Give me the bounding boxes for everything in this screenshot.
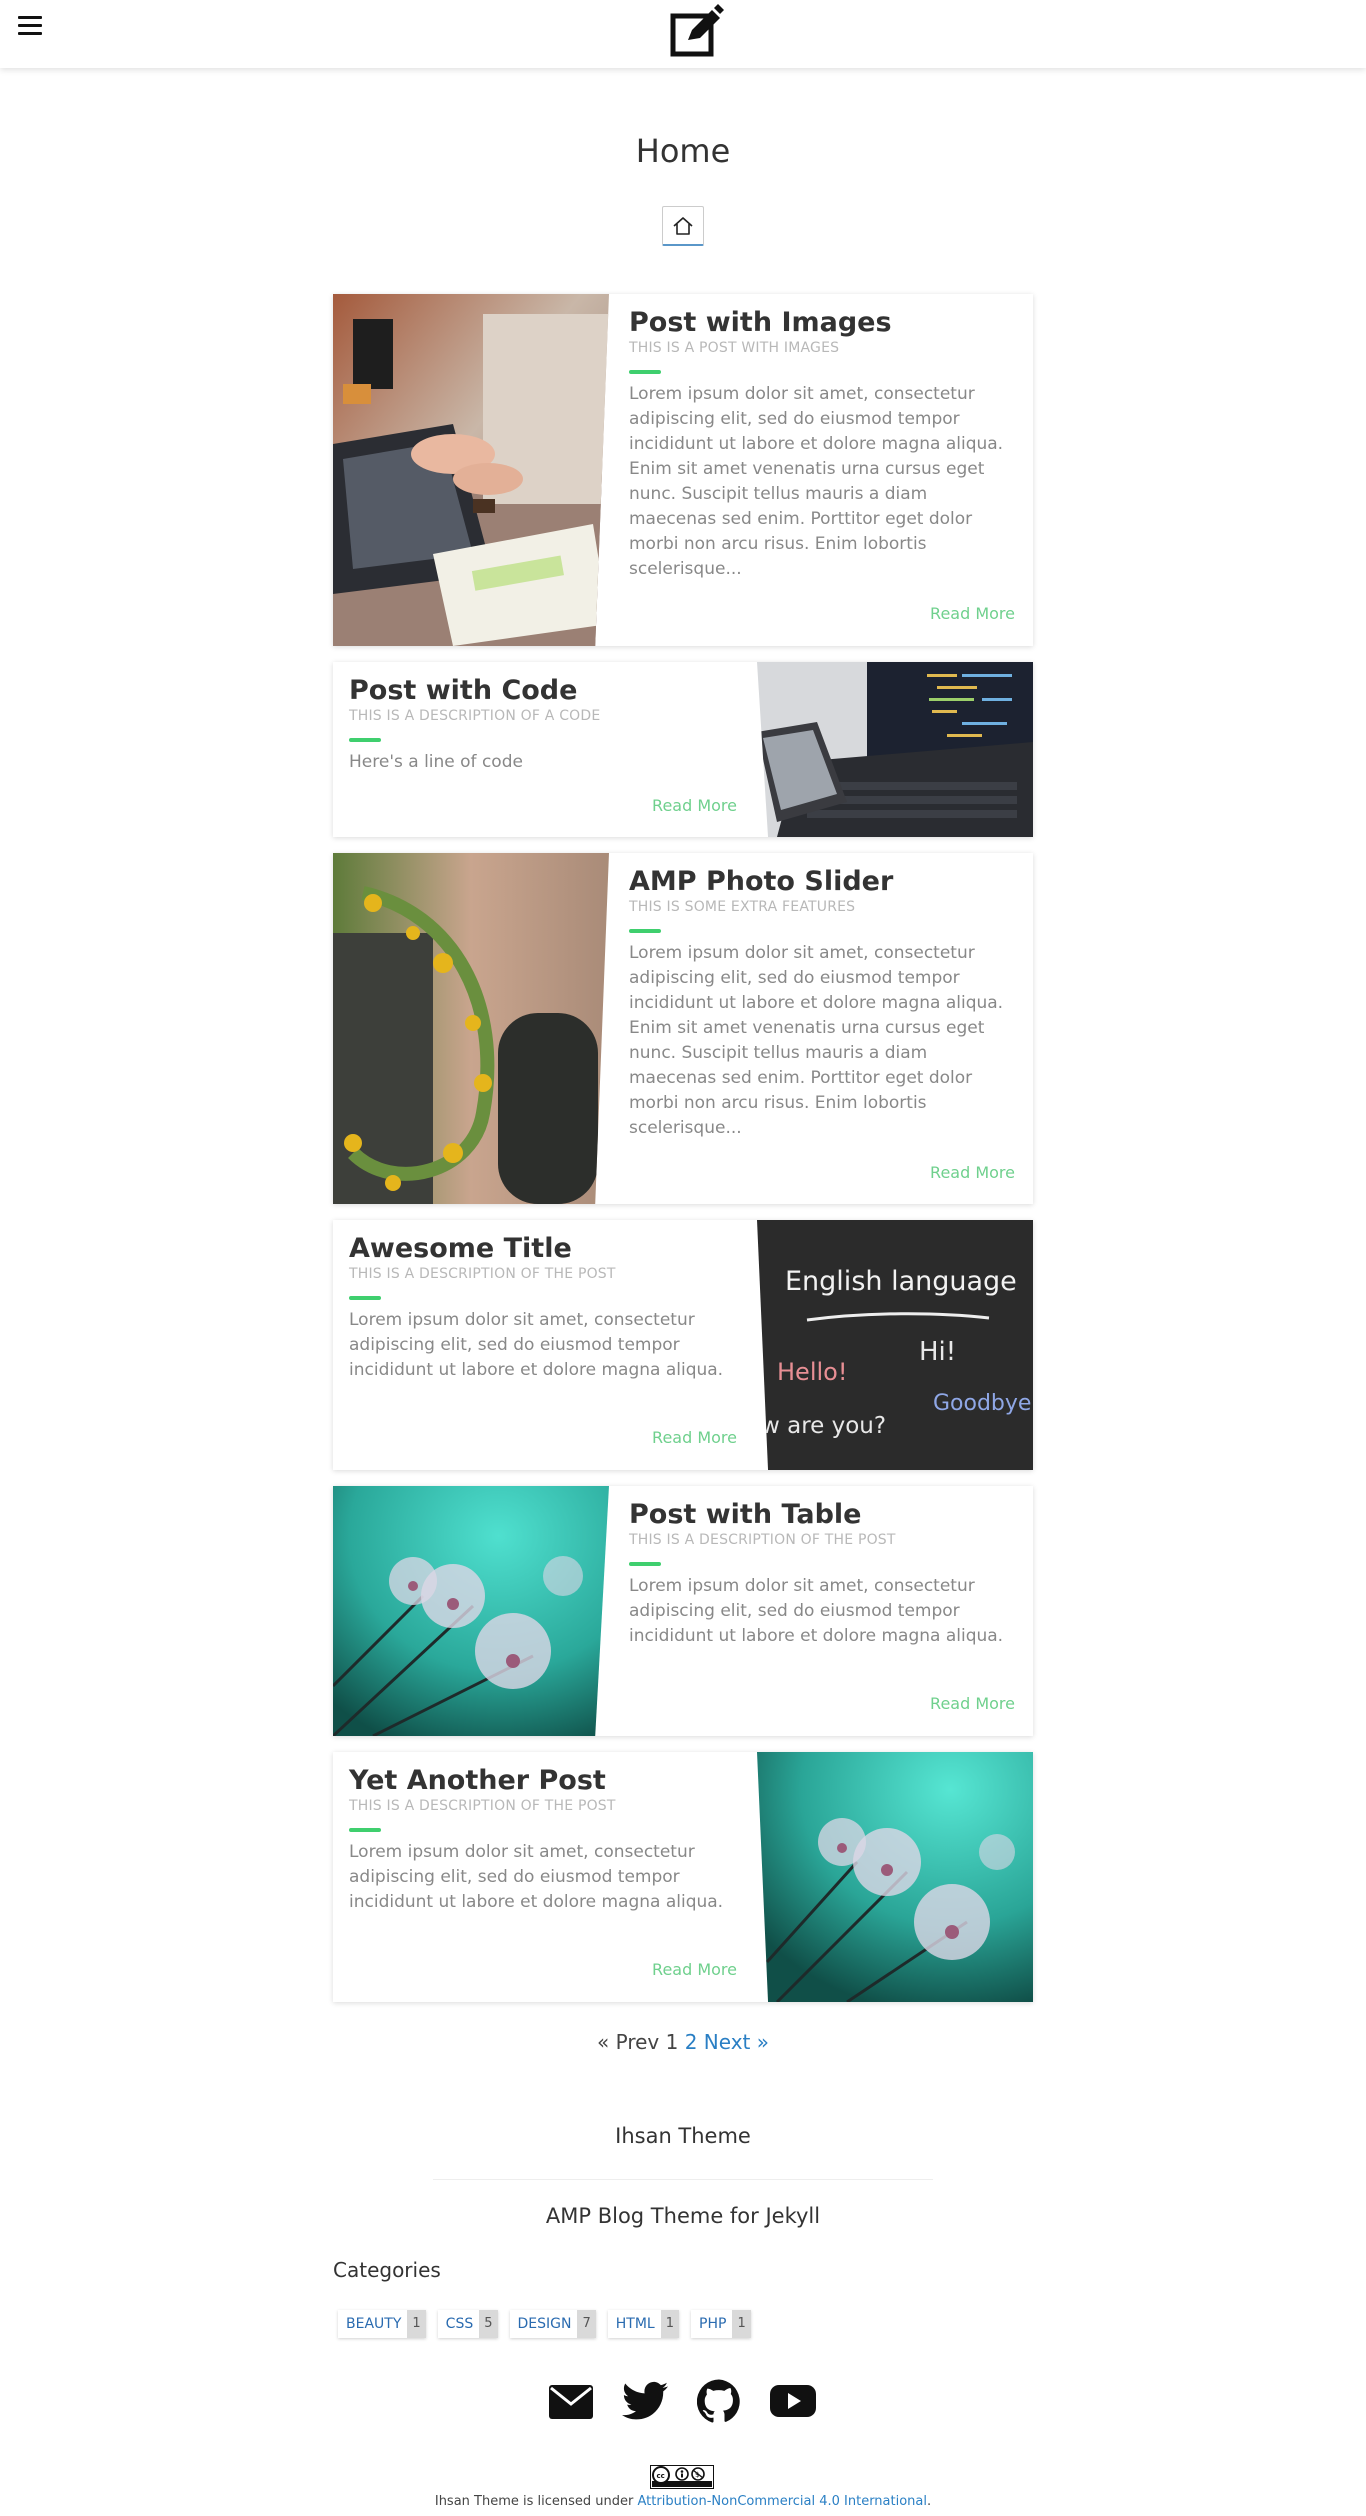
read-more-link[interactable]: Read More [652,796,737,815]
post-subtitle: THIS IS SOME EXTRA FEATURES [629,899,856,915]
accent-divider [629,370,661,374]
accent-divider [349,1828,381,1832]
page-title: Home [635,132,731,170]
post-title[interactable]: Post with Code [349,674,749,708]
post-text: Post with Images THIS IS A POST WITH IMA… [629,306,1009,582]
pagination-next[interactable]: Next » [704,2030,769,2054]
post-card[interactable]: Post with Code THIS IS A DESCRIPTION OF … [333,662,1033,837]
post-excerpt: Lorem ipsum dolor sit amet, consectetur … [629,943,1004,1138]
chalk-heading: English language [785,1266,1017,1297]
post-excerpt: Lorem ipsum dolor sit amet, consectetur … [349,1310,724,1380]
categories-heading: Categories [333,2258,441,2282]
category-count: 1 [732,2310,751,2338]
hamburger-icon[interactable] [16,12,44,40]
post-text: AMP Photo Slider THIS IS SOME EXTRA FEAT… [629,865,1009,1141]
category-tag[interactable]: PHP 1 [691,2310,751,2338]
category-tag[interactable]: HTML 1 [607,2310,680,2338]
category-count: 1 [660,2310,680,2338]
post-text: Post with Table THIS IS A DESCRIPTION OF… [629,1498,1009,1649]
pagination-prev: « Prev [597,2030,660,2054]
accent-divider [629,929,661,933]
pagination-current: 1 [665,2030,679,2054]
read-more-link[interactable]: Read More [652,1428,737,1447]
category-count: 1 [407,2310,426,2338]
youtube-icon[interactable] [770,2378,816,2424]
flower-wreath-image [333,853,609,1204]
dandelion-image [333,1486,609,1736]
post-excerpt: Lorem ipsum dolor sit amet, consectetur … [349,1842,724,1912]
category-tag[interactable]: CSS 5 [437,2310,498,2338]
chalk-hi: Hi! [919,1337,956,1367]
read-more-link[interactable]: Read More [930,1163,1015,1182]
creative-commons-badge[interactable]: cc $ [650,2465,714,2489]
category-name: BEAUTY [346,2316,402,2332]
license-prefix: Ihsan Theme is licensed under [434,2494,638,2509]
social-links [548,2378,816,2424]
pagination-page-2[interactable]: 2 [685,2030,698,2054]
category-name: DESIGN [517,2316,572,2332]
chalk-goodbye: Goodbye [933,1391,1031,1416]
footer-subtitle: AMP Blog Theme for Jekyll [545,2204,821,2228]
accent-divider [629,1562,661,1566]
post-card[interactable]: Post with Table THIS IS A DESCRIPTION OF… [333,1486,1033,1736]
category-name: PHP [699,2316,727,2332]
post-excerpt: Lorem ipsum dolor sit amet, consectetur … [629,384,1004,579]
post-subtitle: THIS IS A DESCRIPTION OF A CODE [349,708,601,724]
svg-text:cc: cc [657,2472,665,2480]
categories-list: BEAUTY 1 CSS 5 DESIGN 7 HTML 1 PHP 1 [338,2310,751,2338]
post-text: Awesome Title THIS IS A DESCRIPTION OF T… [349,1232,749,1383]
read-more-link[interactable]: Read More [652,1960,737,1979]
post-title[interactable]: Yet Another Post [349,1764,749,1798]
post-card[interactable]: English language Hi! Hello! w are you? G… [333,1220,1033,1470]
post-title[interactable]: Awesome Title [349,1232,749,1266]
footer-divider [433,2179,933,2180]
pagination: « Prev 1 2 Next » [0,2030,1366,2054]
post-subtitle: THIS IS A DESCRIPTION OF THE POST [349,1266,616,1282]
laptop-typing-image [333,294,609,646]
post-title[interactable]: Post with Images [629,306,1009,340]
post-card[interactable]: Yet Another Post THIS IS A DESCRIPTION O… [333,1752,1033,2002]
license-link[interactable]: Attribution-NonCommercial 4.0 Internatio… [638,2494,927,2509]
post-title[interactable]: AMP Photo Slider [629,865,1009,899]
license-suffix: . [927,2494,932,2509]
laptop-code-image [757,662,1033,837]
post-text: Post with Code THIS IS A DESCRIPTION OF … [349,674,749,775]
chalkboard-image: English language Hi! Hello! w are you? G… [757,1220,1033,1470]
post-text: Yet Another Post THIS IS A DESCRIPTION O… [349,1764,749,1915]
home-icon [673,216,693,235]
post-excerpt: Here's a line of code [349,752,523,772]
email-icon[interactable] [548,2378,594,2424]
chalk-how: w are you? [761,1413,886,1439]
footer-title: Ihsan Theme [615,2124,751,2148]
read-more-link[interactable]: Read More [930,604,1015,623]
accent-divider [349,738,381,742]
chalk-hello: Hello! [777,1358,847,1386]
category-count: 5 [479,2310,498,2338]
post-subtitle: THIS IS A POST WITH IMAGES [629,340,840,356]
category-name: CSS [445,2316,474,2332]
license-text: Ihsan Theme is licensed under Attributio… [0,2494,1366,2509]
post-subtitle: THIS IS A DESCRIPTION OF THE POST [349,1798,616,1814]
github-icon[interactable] [696,2378,742,2424]
post-excerpt: Lorem ipsum dolor sit amet, consectetur … [629,1576,1004,1646]
accent-divider [349,1296,381,1300]
category-count: 7 [577,2310,596,2338]
post-subtitle: THIS IS A DESCRIPTION OF THE POST [629,1532,896,1548]
home-button[interactable] [662,206,704,246]
edit-icon[interactable] [668,4,724,58]
post-title[interactable]: Post with Table [629,1498,1009,1532]
category-name: HTML [615,2316,655,2332]
twitter-icon[interactable] [622,2378,668,2424]
dandelion-image [757,1752,1033,2002]
category-tag[interactable]: DESIGN 7 [509,2310,596,2338]
read-more-link[interactable]: Read More [930,1694,1015,1713]
category-tag[interactable]: BEAUTY 1 [338,2310,426,2338]
post-card[interactable]: AMP Photo Slider THIS IS SOME EXTRA FEAT… [333,853,1033,1204]
post-card[interactable]: Post with Images THIS IS A POST WITH IMA… [333,294,1033,646]
top-bar [0,0,1366,68]
